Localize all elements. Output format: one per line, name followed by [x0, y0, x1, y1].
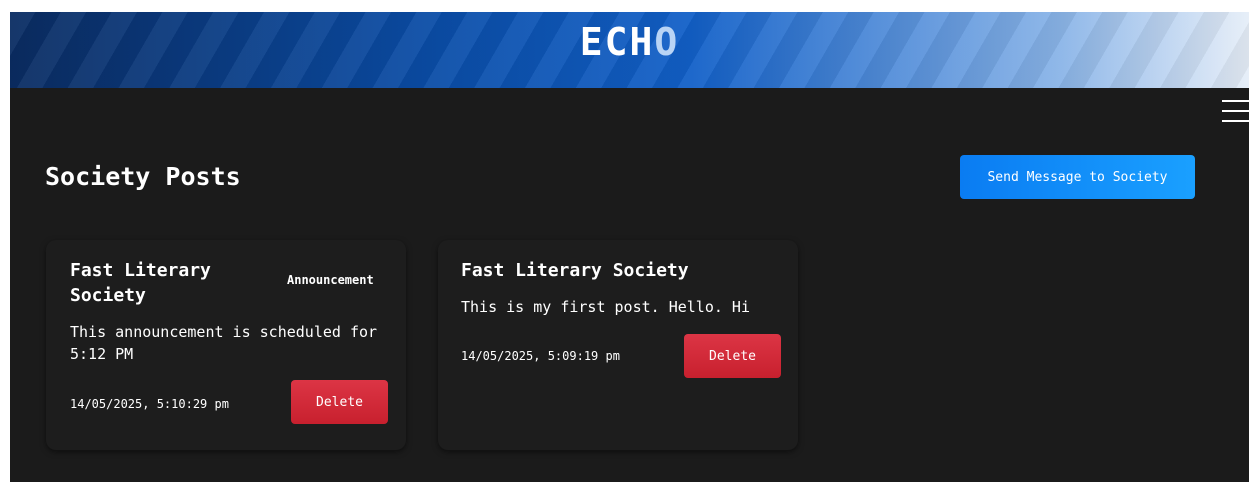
post-title: Fast Literary Society [70, 260, 211, 306]
post-card: Fast Literary Society This is my first p… [438, 240, 798, 450]
post-timestamp: 14/05/2025, 5:09:19 pm [461, 349, 620, 363]
app-logo[interactable]: ECHO [10, 20, 1249, 64]
post-body: This is my first post. Hello. Hi [461, 298, 750, 316]
app-frame: ECHO Society Posts Send Message to Socie… [10, 12, 1249, 482]
post-type-badge: Announcement [287, 273, 374, 287]
app-header: ECHO [10, 12, 1249, 88]
delete-post-button[interactable]: Delete [291, 380, 388, 424]
post-card: Fast Literary Society Announcement This … [46, 240, 406, 450]
send-message-button[interactable]: Send Message to Society [960, 155, 1195, 199]
menu-line [1222, 120, 1249, 122]
page-title: Society Posts [45, 162, 241, 191]
menu-line [1222, 110, 1249, 112]
hamburger-menu-icon[interactable] [1222, 100, 1249, 124]
post-title: Fast Literary Society [461, 260, 689, 281]
delete-post-button[interactable]: Delete [684, 334, 781, 378]
logo-text: ECH [579, 20, 655, 64]
logo-text-accent: O [654, 20, 680, 64]
post-timestamp: 14/05/2025, 5:10:29 pm [70, 397, 229, 411]
menu-line [1222, 100, 1249, 102]
post-body: This announcement is scheduled for 5:12 … [70, 323, 378, 363]
